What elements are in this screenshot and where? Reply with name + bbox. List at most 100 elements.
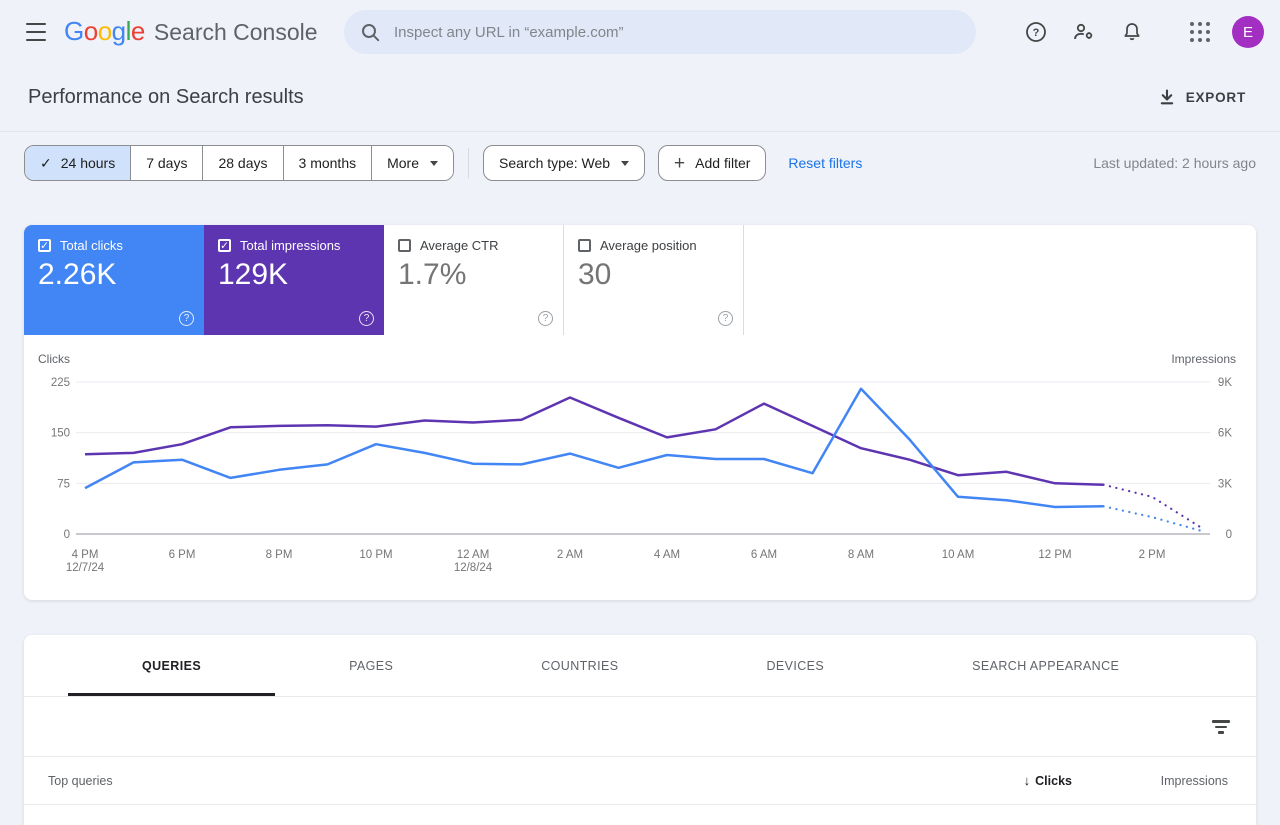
help-icon[interactable]: ? <box>538 311 553 326</box>
chip-label: More <box>387 155 420 171</box>
google-apps-grid-icon[interactable] <box>1188 20 1212 44</box>
total-impressions-card[interactable]: ✓ Total impressions 129K ? <box>204 225 384 335</box>
performance-chart: 0 075 3K150 6K225 9KClicks Impressions4 PM12/… <box>38 352 1236 574</box>
add-filter-button[interactable]: + Add filter <box>658 145 767 181</box>
export-label: EXPORT <box>1185 89 1246 105</box>
performance-chart-card: ✓ Total clicks 2.26K ? ✓ Total impressions… <box>24 225 1256 600</box>
reset-filters-link[interactable]: Reset filters <box>788 155 862 171</box>
tab-countries[interactable]: COUNTRIES <box>467 635 692 696</box>
search-icon <box>362 24 380 42</box>
help-icon[interactable]: ? <box>1024 20 1048 44</box>
help-icon[interactable]: ? <box>179 311 194 326</box>
total-clicks-card[interactable]: ✓ Total clicks 2.26K ? <box>24 225 204 335</box>
svg-text:Clicks: Clicks <box>38 352 70 366</box>
google-search-console-logo[interactable]: Google Search Console <box>64 16 318 47</box>
user-settings-icon[interactable] <box>1072 20 1096 44</box>
chip-label: 7 days <box>146 155 188 171</box>
svg-text:8 PM: 8 PM <box>266 549 293 561</box>
header-divider <box>0 131 1280 132</box>
svg-text:9K: 9K <box>1218 377 1232 389</box>
column-header-top-queries: Top queries <box>48 773 113 788</box>
average-position-card[interactable]: ✓ Average position 30 ? <box>564 225 744 335</box>
sort-descending-arrow-icon: ↓ <box>1023 773 1031 788</box>
help-icon[interactable]: ? <box>718 311 733 326</box>
chevron-down-icon <box>621 160 630 166</box>
svg-text:150: 150 <box>51 428 70 440</box>
svg-text:2 PM: 2 PM <box>1139 549 1166 561</box>
tab-search-appearance[interactable]: SEARCH APPEARANCE <box>898 635 1193 696</box>
checkbox-unchecked-icon[interactable]: ✓ <box>578 239 591 252</box>
account-avatar[interactable]: E <box>1232 16 1264 48</box>
check-icon: ✓ <box>40 154 52 171</box>
svg-text:12 AM: 12 AM <box>457 549 490 561</box>
total-impressions-value: 129K <box>218 258 289 291</box>
svg-text:4 AM: 4 AM <box>654 549 680 561</box>
notifications-bell-icon[interactable] <box>1120 20 1144 44</box>
checkbox-checked-icon[interactable]: ✓ <box>38 239 51 252</box>
svg-text:225: 225 <box>51 377 70 389</box>
google-logo-wordmark: Google <box>64 16 145 46</box>
chip-label: 3 months <box>298 155 357 171</box>
date-range-24-hours[interactable]: ✓ 24 hours <box>25 146 131 180</box>
svg-text:6 AM: 6 AM <box>751 549 777 561</box>
tab-queries[interactable]: QUERIES <box>68 635 276 696</box>
metric-cards-row: ✓ Total clicks 2.26K ? ✓ Total impressions… <box>24 225 1256 335</box>
table-toolbar <box>24 697 1256 757</box>
svg-text:12/8/24: 12/8/24 <box>454 562 493 574</box>
svg-text:12/7/24: 12/7/24 <box>66 562 105 574</box>
time-series-chart: 0 0 75 3K 150 6K 225 9K Clicks Impressions 4 PM 12/… <box>36 351 1244 581</box>
tab-devices[interactable]: DEVICES <box>692 635 898 696</box>
export-button[interactable]: EXPORT <box>1156 84 1248 110</box>
checkbox-checked-icon[interactable]: ✓ <box>218 239 231 252</box>
search-type-dropdown[interactable]: Search type: Web <box>483 145 646 181</box>
total-clicks-value: 2.26K <box>38 258 117 291</box>
average-ctr-card[interactable]: ✓ Average CTR 1.7% ? <box>384 225 564 335</box>
svg-text:0: 0 <box>1226 529 1232 541</box>
svg-text:?: ? <box>1033 27 1040 39</box>
table-filter-icon[interactable] <box>1211 719 1231 735</box>
date-range-chip-group: ✓ 24 hours 7 days 28 days 3 months More <box>24 145 455 181</box>
page-title: Performance on Search results <box>28 86 304 108</box>
url-inspection-searchbox[interactable] <box>344 10 976 54</box>
tab-pages[interactable]: PAGES <box>275 635 467 696</box>
product-name: Search Console <box>153 19 318 45</box>
last-updated-text: Last updated: 2 hours ago <box>1093 155 1256 171</box>
svg-text:0: 0 <box>64 529 70 541</box>
svg-text:2 AM: 2 AM <box>557 549 583 561</box>
date-range-3-months[interactable]: 3 months <box>282 146 372 180</box>
date-range-more-dropdown[interactable]: More <box>371 146 454 180</box>
svg-text:6K: 6K <box>1218 428 1232 440</box>
date-range-28-days[interactable]: 28 days <box>202 146 283 180</box>
table-header-row: Top queries ↓ Clicks Impressions <box>24 757 1256 805</box>
chip-label: 28 days <box>218 155 268 171</box>
column-header-impressions[interactable]: Impressions <box>1072 774 1228 788</box>
chevron-down-icon <box>430 160 439 166</box>
metric-label: Average position <box>600 238 697 253</box>
svg-text:10 PM: 10 PM <box>359 549 392 561</box>
svg-text:75: 75 <box>57 478 70 490</box>
average-ctr-value: 1.7% <box>398 258 467 291</box>
dimension-tabs: QUERIES PAGES COUNTRIES DEVICES SEARCH A… <box>24 635 1256 697</box>
chip-label: 24 hours <box>60 155 116 171</box>
add-filter-label: Add filter <box>695 155 751 171</box>
svg-text:10 AM: 10 AM <box>942 549 975 561</box>
search-console-app: Google Search Console ? E Performance on… <box>0 0 1280 825</box>
menu-icon[interactable] <box>26 23 46 41</box>
average-position-value: 30 <box>578 258 612 291</box>
filter-bar: ✓ 24 hours 7 days 28 days 3 months More … <box>0 143 1280 183</box>
svg-text:12 PM: 12 PM <box>1038 549 1071 561</box>
help-icon[interactable]: ? <box>359 311 374 326</box>
date-range-7-days[interactable]: 7 days <box>130 146 203 180</box>
plus-icon: + <box>674 152 686 174</box>
metric-label: Total impressions <box>240 238 341 253</box>
url-inspection-input[interactable] <box>394 23 960 41</box>
metric-label: Average CTR <box>420 238 499 253</box>
column-header-clicks[interactable]: ↓ Clicks <box>952 773 1072 788</box>
svg-text:4 PM: 4 PM <box>72 549 99 561</box>
download-icon <box>1160 89 1173 105</box>
checkbox-unchecked-icon[interactable]: ✓ <box>398 239 411 252</box>
svg-text:Impressions: Impressions <box>1171 352 1236 366</box>
top-app-bar: Google Search Console ? E <box>0 0 1280 64</box>
page-header: Performance on Search results EXPORT <box>0 64 1280 132</box>
vertical-divider <box>468 148 470 178</box>
